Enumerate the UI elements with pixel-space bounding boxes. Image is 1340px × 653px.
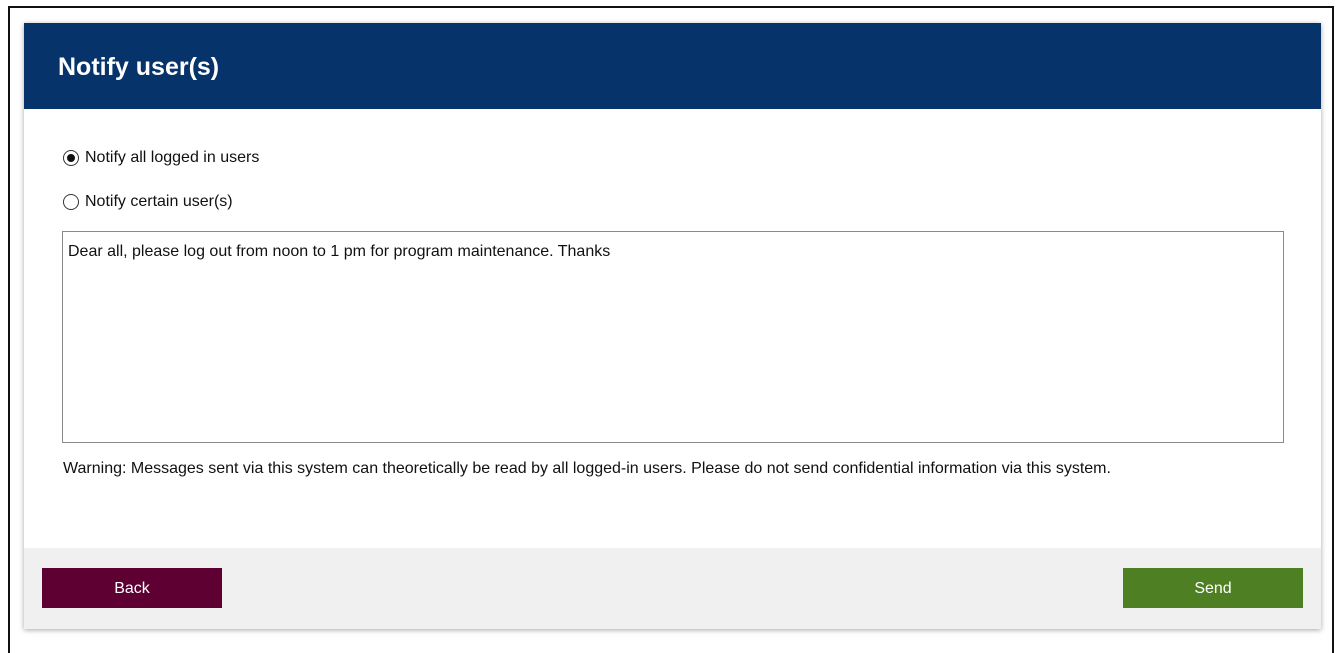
radio-label-notify-all[interactable]: Notify all logged in users [85,149,259,167]
radio-label-notify-certain[interactable]: Notify certain user(s) [85,193,233,211]
warning-text: Warning: Messages sent via this system c… [63,460,1111,477]
notify-users-dialog: Notify user(s) Notify all logged in user… [24,23,1321,629]
dialog-title: Notify user(s) [58,53,220,81]
radio-button-unchecked[interactable] [63,194,79,210]
send-button[interactable]: Send [1123,568,1303,608]
radio-option-notify-certain[interactable]: Notify certain user(s) [63,191,233,213]
radio-button-checked[interactable] [63,150,79,166]
message-textarea[interactable]: Dear all, please log out from noon to 1 … [62,231,1284,443]
radio-option-notify-all[interactable]: Notify all logged in users [63,147,259,169]
dialog-footer: Back Send [24,548,1321,629]
back-button[interactable]: Back [42,568,222,608]
dialog-header: Notify user(s) [24,23,1321,109]
